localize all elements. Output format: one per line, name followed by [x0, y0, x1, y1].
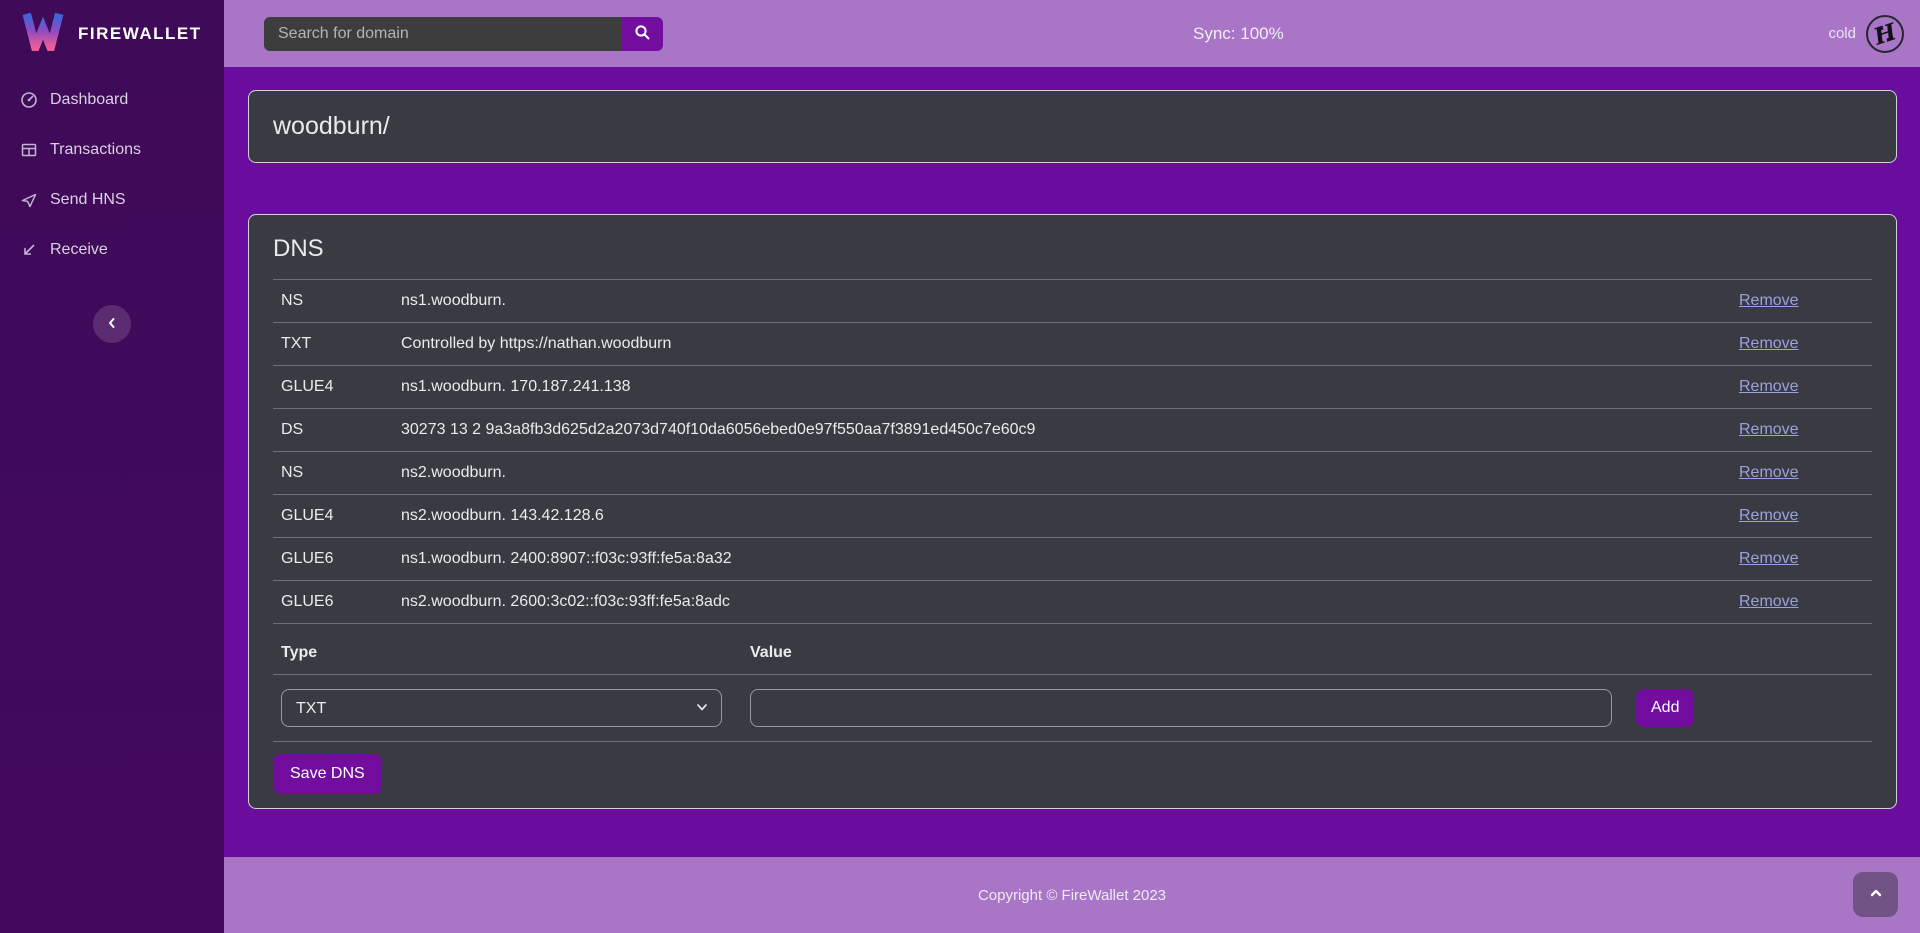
search-input[interactable] — [264, 17, 622, 51]
sidebar-collapse-button[interactable] — [93, 305, 131, 343]
record-value: Controlled by https://nathan.woodburn — [401, 335, 1739, 353]
chevron-up-icon — [1868, 885, 1884, 904]
sidebar: FIREWALLET Dashboard Transactions Send H… — [0, 0, 224, 933]
dns-card: DNS NS ns1.woodburn. Remove TXT Controll… — [248, 214, 1897, 809]
record-value-input[interactable] — [750, 689, 1612, 727]
table-row: GLUE6 ns2.woodburn. 2600:3c02::f03c:93ff… — [273, 581, 1872, 624]
wallet-name: cold — [1828, 25, 1856, 42]
svg-text:H: H — [1870, 19, 1900, 49]
sidebar-item-send-hns[interactable]: Send HNS — [0, 175, 224, 225]
brand-name: FIREWALLET — [78, 24, 202, 44]
domain-title-card: woodburn/ — [248, 90, 1897, 163]
sidebar-item-receive[interactable]: Receive — [0, 225, 224, 275]
type-column-header: Type — [281, 644, 750, 662]
dashboard-icon — [20, 91, 38, 109]
topbar: Sync: 100% cold H — [224, 0, 1920, 67]
search-button[interactable] — [622, 17, 663, 51]
firewallet-logo-icon — [22, 11, 64, 56]
record-type: NS — [281, 464, 401, 482]
content-column: Sync: 100% cold H woodburn/ DN — [224, 0, 1920, 933]
record-value: 30273 13 2 9a3a8fb3d625d2a2073d740f10da6… — [401, 421, 1739, 439]
record-value: ns2.woodburn. — [401, 464, 1739, 482]
sidebar-item-label: Receive — [50, 241, 108, 259]
footer: Copyright © FireWallet 2023 — [224, 857, 1920, 933]
remove-record-link[interactable]: Remove — [1739, 507, 1799, 524]
search-icon — [634, 24, 651, 44]
record-value: ns1.woodburn. 2400:8907::f03c:93ff:fe5a:… — [401, 550, 1739, 568]
sidebar-item-label: Dashboard — [50, 91, 128, 109]
wallet-selector[interactable]: cold H — [1828, 15, 1904, 53]
main-content: woodburn/ DNS NS ns1.woodburn. Remove TX… — [224, 67, 1920, 857]
record-type: TXT — [281, 335, 401, 353]
table-row: DS 30273 13 2 9a3a8fb3d625d2a2073d740f10… — [273, 409, 1872, 452]
scroll-to-top-button[interactable] — [1853, 872, 1898, 917]
record-type: DS — [281, 421, 401, 439]
dns-section-title: DNS — [273, 235, 1872, 263]
table-row: GLUE4 ns2.woodburn. 143.42.128.6 Remove — [273, 495, 1872, 538]
page-title: woodburn/ — [273, 112, 1872, 141]
app-window: FIREWALLET Dashboard Transactions Send H… — [0, 0, 1920, 933]
domain-search — [264, 17, 663, 51]
receive-icon — [20, 241, 38, 259]
copyright-text: Copyright © FireWallet 2023 — [978, 887, 1166, 904]
chevron-left-icon — [103, 314, 121, 335]
brand[interactable]: FIREWALLET — [0, 0, 224, 67]
remove-record-link[interactable]: Remove — [1739, 464, 1799, 481]
table-row: NS ns2.woodburn. Remove — [273, 452, 1872, 495]
handshake-icon: H — [1866, 15, 1904, 53]
add-record-header: Type Value — [273, 624, 1872, 675]
record-value: ns1.woodburn. — [401, 292, 1739, 310]
remove-record-link[interactable]: Remove — [1739, 378, 1799, 395]
record-type: GLUE4 — [281, 507, 401, 525]
table-row: TXT Controlled by https://nathan.woodbur… — [273, 323, 1872, 366]
send-icon — [20, 191, 38, 209]
dns-records-table: NS ns1.woodburn. Remove TXT Controlled b… — [273, 279, 1872, 624]
table-row: NS ns1.woodburn. Remove — [273, 280, 1872, 323]
sidebar-nav: Dashboard Transactions Send HNS Receive — [0, 75, 224, 275]
table-row: GLUE6 ns1.woodburn. 2400:8907::f03c:93ff… — [273, 538, 1872, 581]
remove-record-link[interactable]: Remove — [1739, 550, 1799, 567]
record-value: ns2.woodburn. 143.42.128.6 — [401, 507, 1739, 525]
record-type: GLUE6 — [281, 593, 401, 611]
remove-record-link[interactable]: Remove — [1739, 593, 1799, 610]
record-type: GLUE4 — [281, 378, 401, 396]
table-row: GLUE4 ns1.woodburn. 170.187.241.138 Remo… — [273, 366, 1872, 409]
remove-record-link[interactable]: Remove — [1739, 421, 1799, 438]
add-record-row: TXT Add — [273, 675, 1872, 742]
save-dns-button[interactable]: Save DNS — [273, 754, 382, 794]
record-type: GLUE6 — [281, 550, 401, 568]
record-value: ns2.woodburn. 2600:3c02::f03c:93ff:fe5a:… — [401, 593, 1739, 611]
sync-status: Sync: 100% — [1193, 24, 1284, 44]
record-type: NS — [281, 292, 401, 310]
sidebar-item-label: Transactions — [50, 141, 141, 159]
value-column-header: Value — [750, 644, 792, 662]
add-record-button[interactable]: Add — [1636, 689, 1694, 727]
record-value: ns1.woodburn. 170.187.241.138 — [401, 378, 1739, 396]
sidebar-item-label: Send HNS — [50, 191, 126, 209]
sidebar-item-dashboard[interactable]: Dashboard — [0, 75, 224, 125]
transactions-icon — [20, 141, 38, 159]
record-type-select[interactable]: TXT — [281, 689, 722, 727]
sidebar-item-transactions[interactable]: Transactions — [0, 125, 224, 175]
remove-record-link[interactable]: Remove — [1739, 335, 1799, 352]
remove-record-link[interactable]: Remove — [1739, 292, 1799, 309]
